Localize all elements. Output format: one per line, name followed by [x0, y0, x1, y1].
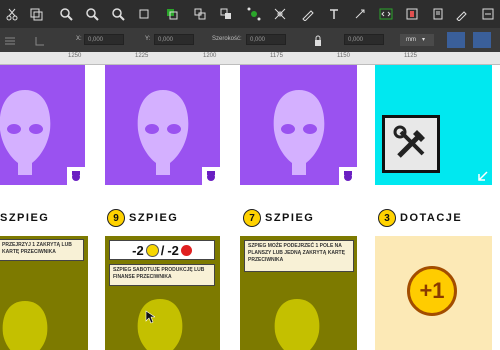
ruler-tick: 1250 — [68, 53, 82, 59]
shape-icon[interactable] — [350, 4, 370, 24]
coin-icon — [145, 243, 159, 257]
transform-icon[interactable] — [270, 4, 290, 24]
grid-icon[interactable] — [4, 34, 16, 46]
tools-icon — [382, 115, 440, 173]
cursor-icon — [145, 310, 155, 324]
card-title-row: 3 DOTACJE — [378, 208, 462, 228]
card-title-row: SZPIEG — [0, 208, 49, 228]
ruler-tick: 1150 — [337, 53, 350, 59]
spy-head-icon — [2, 301, 48, 350]
arrow-down-left-icon — [474, 167, 492, 185]
card-image-spy[interactable] — [0, 65, 85, 185]
spy-head-icon — [0, 90, 51, 175]
coin-plus-one: +1 — [407, 266, 457, 316]
card-body-spy[interactable]: PRZEJRZYJ 1 ZAKRYTĄ LUB KARTĘ PRZECIWNIK… — [0, 236, 88, 350]
transform-scale-icon[interactable] — [447, 32, 465, 48]
cost-separator: / — [160, 242, 165, 258]
gear-icon — [180, 244, 192, 256]
code-icon[interactable] — [376, 4, 396, 24]
chevron-down-icon: ▾ — [422, 37, 426, 43]
spy-head-icon — [274, 299, 320, 350]
engineer-badge-icon — [202, 167, 220, 185]
width-label: Szerokość: — [212, 36, 242, 42]
lock-icon[interactable] — [312, 34, 324, 46]
zoom-in-icon[interactable] — [56, 4, 76, 24]
card-image-spy[interactable] — [240, 65, 357, 185]
y-input[interactable]: 0,000 — [154, 34, 194, 45]
ruler-tick: 1225 — [135, 53, 149, 59]
engineer-badge-icon — [339, 167, 357, 185]
card-title: SZPIEG — [0, 212, 50, 224]
ruler-tick: 1125 — [404, 53, 417, 59]
settings-icon[interactable] — [478, 4, 498, 24]
x-label: X: — [76, 36, 82, 42]
spy-head-icon — [137, 90, 189, 175]
book-icon[interactable] — [428, 4, 448, 24]
card-description: SZPIEG SABOTUJE PRODUKCJĘ LUB FINANSE PR… — [109, 264, 215, 286]
card-body-spy[interactable]: SZPIEG MOŻE PODEJRZEĆ 1 POLE NA PLANSZY … — [240, 236, 357, 350]
snap-icon[interactable] — [34, 34, 46, 46]
zoom-out-icon[interactable] — [82, 4, 102, 24]
card-number: 9 — [107, 209, 125, 227]
card-body-spy[interactable]: -2/-2 SZPIEG SABOTUJE PRODUKCJĘ LUB FINA… — [105, 236, 220, 350]
horizontal-ruler[interactable]: 1250 1225 1200 1175 1150 1125 — [0, 52, 500, 65]
ruler-tick: 1200 — [203, 53, 217, 59]
cost-value: -2 — [167, 242, 179, 258]
card-title: SZPIEG — [265, 212, 315, 224]
scissors-icon[interactable] — [2, 4, 22, 24]
card-title-row: 7 SZPIEG — [243, 208, 314, 228]
group-icon[interactable] — [162, 4, 182, 24]
text-icon[interactable] — [324, 4, 344, 24]
align-icon[interactable] — [216, 4, 236, 24]
card-image-spy[interactable] — [105, 65, 220, 185]
card-cost: -2/-2 — [109, 240, 215, 260]
node-icon[interactable] — [244, 4, 264, 24]
width-input[interactable]: 0,000 — [246, 34, 286, 45]
x-input[interactable]: 0,000 — [84, 34, 124, 45]
card-body-subsidy[interactable]: +1 — [375, 236, 492, 350]
card-title: DOTACJE — [400, 212, 463, 224]
ruler-tick: 1175 — [270, 53, 283, 59]
card-number: 7 — [243, 209, 261, 227]
engineer-badge-icon — [67, 167, 85, 185]
design-canvas[interactable]: SZPIEG 9 SZPIEG 7 SZPIEG 3 DOTACJE PRZEJ… — [0, 65, 500, 350]
cost-value: -2 — [132, 242, 144, 258]
unit-value: mm — [406, 37, 416, 43]
card-description: PRZEJRZYJ 1 ZAKRYTĄ LUB KARTĘ PRZECIWNIK… — [0, 239, 84, 261]
duplicate-icon[interactable] — [26, 4, 46, 24]
y-label: Y: — [145, 36, 151, 42]
transform-rotate-icon[interactable] — [473, 32, 491, 48]
card-title: SZPIEG — [129, 212, 179, 224]
card-title-row: 9 SZPIEG — [107, 208, 178, 228]
layers-icon[interactable] — [402, 4, 422, 24]
card-description: SZPIEG MOŻE PODEJRZEĆ 1 POLE NA PLANSZY … — [244, 240, 354, 272]
main-toolbar — [0, 0, 500, 28]
zoom-fit-icon[interactable] — [108, 4, 128, 24]
edit-icon[interactable] — [452, 4, 472, 24]
ungroup-icon[interactable] — [190, 4, 210, 24]
card-image-subsidy[interactable] — [375, 65, 492, 185]
spy-head-icon — [137, 299, 183, 350]
card-number: 3 — [378, 209, 396, 227]
crop-icon[interactable] — [134, 4, 154, 24]
property-bar: X: 0,000 Y: 0,000 Szerokość: 0,000 0,000… — [0, 28, 500, 52]
pen-icon[interactable] — [298, 4, 318, 24]
height-input[interactable]: 0,000 — [344, 34, 384, 45]
unit-select[interactable]: mm ▾ — [400, 34, 434, 46]
spy-head-icon — [273, 90, 325, 175]
